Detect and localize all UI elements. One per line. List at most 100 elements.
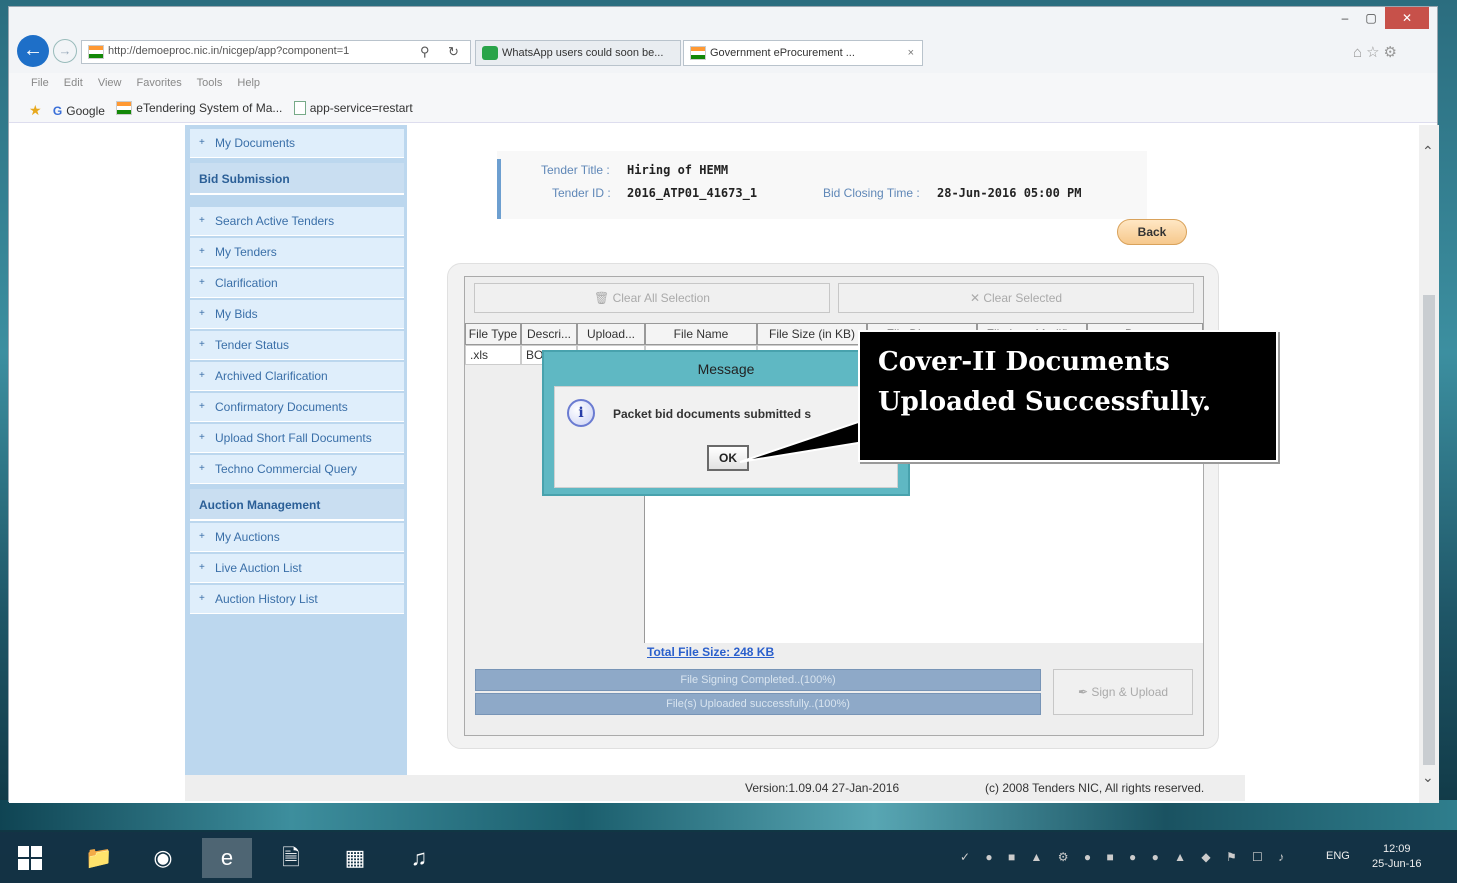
version-text: Version:1.09.04 27-Jan-2016: [745, 781, 900, 795]
browser-toolbar-icons[interactable]: ⌂☆⚙: [1353, 43, 1401, 61]
sidebar-item-tender-status[interactable]: Tender Status: [190, 331, 404, 360]
col-description[interactable]: Descri...: [521, 323, 577, 345]
bid-closing-label: Bid Closing Time :: [823, 186, 920, 200]
minimize-button[interactable]: ‒: [1333, 7, 1357, 29]
browser-titlebar: ‒ ▢ ✕ ← → http://demoeproc.nic.in/nicgep…: [9, 7, 1437, 73]
sidebar-item-confirmatory-documents[interactable]: Confirmatory Documents: [190, 393, 404, 422]
sidebar-item-upload-short-fall[interactable]: Upload Short Fall Documents: [190, 424, 404, 453]
sidebar-item-search-active-tenders[interactable]: Search Active Tenders: [190, 207, 404, 236]
sign-upload-button[interactable]: ✒ Sign & Upload: [1053, 669, 1193, 715]
document-app-icon[interactable]: 🗎: [266, 838, 316, 878]
clear-all-selection-button[interactable]: 🗑 Clear All Selection: [474, 283, 830, 313]
address-bar[interactable]: http://demoeproc.nic.in/nicgep/app?compo…: [81, 40, 471, 64]
sidebar-item-auction-history-list[interactable]: Auction History List: [190, 585, 404, 614]
menu-edit[interactable]: Edit: [64, 77, 83, 89]
page-footer: Version:1.09.04 27-Jan-2016 (c) 2008 Ten…: [185, 775, 1245, 801]
clock[interactable]: 12:09 25-Jun-16: [1372, 842, 1422, 872]
info-icon: i: [567, 399, 595, 427]
menu-help[interactable]: Help: [237, 77, 260, 89]
sidebar-item-my-documents[interactable]: My Documents: [190, 129, 404, 158]
bid-closing-value: 28-Jun-2016 05:00 PM: [937, 186, 1082, 200]
callout-line-2: Uploaded Successfully.: [878, 387, 1212, 417]
favorite-google[interactable]: G Google: [53, 96, 105, 126]
sidebar-item-clarification[interactable]: Clarification: [190, 269, 404, 298]
menu-file[interactable]: File: [31, 77, 49, 89]
google-icon: G: [52, 104, 63, 118]
tender-title-label: Tender Title :: [541, 163, 610, 177]
col-file-type[interactable]: File Type: [465, 323, 521, 345]
refresh-icon[interactable]: ↻: [448, 44, 459, 60]
scroll-down-icon[interactable]: ⌄: [1422, 769, 1434, 786]
callout-pointer: [739, 418, 865, 463]
sidebar-heading-bid-submission: Bid Submission: [190, 163, 404, 195]
menu-view[interactable]: View: [98, 77, 122, 89]
callout-line-1: Cover-II Documents: [878, 347, 1170, 377]
whatsapp-tab-icon: [482, 46, 498, 60]
sidebar-item-my-bids[interactable]: My Bids: [190, 300, 404, 329]
file-upload-progress: File(s) Uploaded successfully..(100%): [475, 693, 1041, 715]
favorite-app-service[interactable]: app-service=restart: [293, 93, 413, 123]
forward-arrow-icon[interactable]: →: [53, 39, 77, 63]
headphones-app-icon[interactable]: ♫: [394, 838, 444, 878]
back-arrow-icon[interactable]: ←: [17, 35, 49, 67]
clock-time: 12:09: [1383, 843, 1411, 855]
sidebar: My Documents Bid Submission Search Activ…: [185, 125, 407, 775]
settings-gear-icon[interactable]: ⚙: [1384, 44, 1401, 61]
file-explorer-icon[interactable]: 📁: [74, 838, 124, 878]
scroll-thumb[interactable]: [1423, 295, 1435, 765]
tab-label: Government eProcurement ...: [710, 47, 855, 59]
menu-bar: File Edit View Favorites Tools Help: [9, 73, 1437, 93]
tab-label: WhatsApp users could soon be...: [502, 47, 664, 59]
clear-selected-button[interactable]: ✕ Clear Selected: [838, 283, 1194, 313]
favorite-etendering[interactable]: eTendering System of Ma...: [116, 93, 282, 123]
tender-info-box: Tender Title : Hiring of HEMM Tender ID …: [497, 151, 1147, 219]
windows-taskbar: 📁 ◉ e 🗎 ▦ ♫ ✓ ● ■ ▲ ⚙ ● ■ ● ● ▲ ◆ ⚑ ☐ ♪ …: [0, 832, 1457, 883]
sidebar-item-techno-commercial-query[interactable]: Techno Commercial Query: [190, 455, 404, 484]
desktop-icon-strip: [0, 800, 1457, 830]
home-icon[interactable]: ⌂: [1353, 44, 1366, 61]
x-icon: ✕: [969, 291, 980, 305]
system-tray-icons[interactable]: ✓ ● ■ ▲ ⚙ ● ■ ● ● ▲ ◆ ⚑ ☐ ♪: [960, 850, 1290, 864]
sidebar-item-archived-clarification[interactable]: Archived Clarification: [190, 362, 404, 391]
trash-icon: 🗑: [594, 291, 610, 305]
menu-favorites[interactable]: Favorites: [137, 77, 182, 89]
total-file-size: Total File Size: 248 KB: [647, 645, 775, 659]
callout-annotation: Cover-II Documents Uploaded Successfully…: [858, 330, 1278, 462]
tender-title-value: Hiring of HEMM: [627, 163, 729, 177]
address-url[interactable]: http://demoeproc.nic.in/nicgep/app?compo…: [108, 45, 349, 57]
sidebar-item-my-auctions[interactable]: My Auctions: [190, 523, 404, 552]
close-tab-icon[interactable]: ×: [908, 41, 914, 65]
menu-tools[interactable]: Tools: [197, 77, 223, 89]
accent-bar: [497, 159, 501, 219]
favorites-bar: ★ G Google eTendering System of Ma... app…: [9, 93, 1437, 123]
sidebar-item-live-auction-list[interactable]: Live Auction List: [190, 554, 404, 583]
tender-id-label: Tender ID :: [552, 186, 611, 200]
dialog-title: Message: [697, 361, 755, 377]
excel-icon[interactable]: ▦: [330, 838, 380, 878]
scroll-up-icon[interactable]: ⌃: [1422, 143, 1434, 160]
internet-explorer-icon[interactable]: e: [202, 838, 252, 878]
windows-start-icon[interactable]: [18, 846, 42, 870]
tab-whatsapp[interactable]: WhatsApp users could soon be...: [475, 40, 681, 66]
clock-date: 25-Jun-16: [1372, 858, 1422, 870]
copyright-text: (c) 2008 Tenders NIC, All rights reserve…: [985, 781, 1205, 795]
cell-file-type[interactable]: .xls: [465, 345, 521, 365]
page-scrollbar[interactable]: ⌃ ⌄: [1419, 125, 1439, 803]
maximize-button[interactable]: ▢: [1359, 7, 1383, 29]
sidebar-item-my-tenders[interactable]: My Tenders: [190, 238, 404, 267]
favorites-star-icon[interactable]: ☆: [1366, 44, 1383, 61]
pen-icon: ✒: [1077, 685, 1088, 699]
file-signing-progress: File Signing Completed..(100%): [475, 669, 1041, 691]
tab-government-eprocurement[interactable]: Government eProcurement ... ×: [683, 40, 923, 66]
col-file-name[interactable]: File Name: [645, 323, 757, 345]
firefox-icon[interactable]: ◉: [138, 838, 188, 878]
search-icon[interactable]: ⚲: [420, 44, 430, 60]
close-window-button[interactable]: ✕: [1385, 7, 1429, 29]
col-file-size[interactable]: File Size (in KB): [757, 323, 867, 345]
col-upload[interactable]: Upload...: [577, 323, 645, 345]
page-icon: [293, 101, 306, 115]
favorites-star-icon[interactable]: ★: [29, 95, 42, 125]
language-indicator[interactable]: ENG: [1326, 850, 1350, 862]
back-button[interactable]: Back: [1117, 219, 1187, 245]
sidebar-heading-auction-management: Auction Management: [190, 489, 404, 521]
